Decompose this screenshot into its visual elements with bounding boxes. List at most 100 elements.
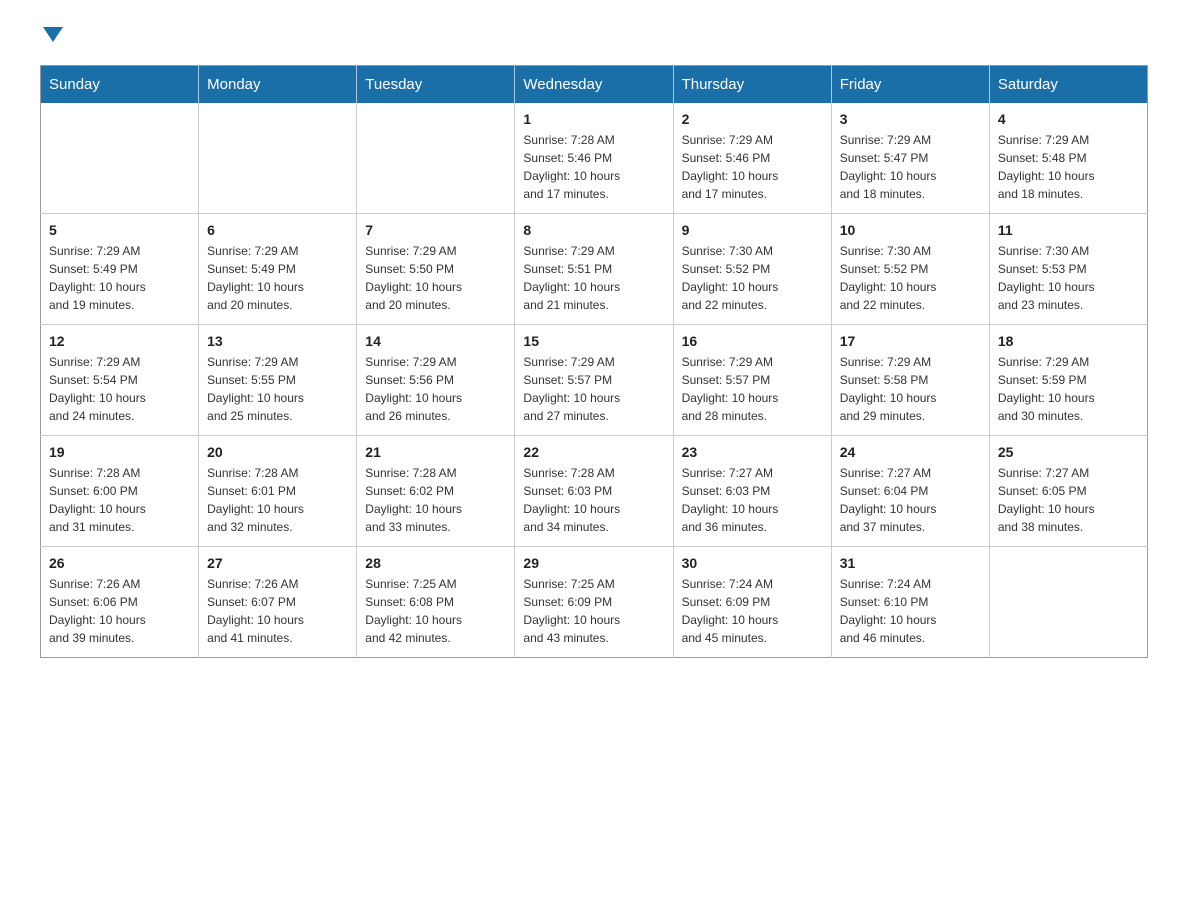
calendar-cell: 5Sunrise: 7:29 AM Sunset: 5:49 PM Daylig…: [41, 214, 199, 325]
calendar-cell: 16 Sunrise: 7:29 AM Sunset: 5:57 PM Dayli…: [673, 325, 831, 436]
calendar-cell: 10Sunrise: 7:30 AM Sunset: 5:52 PM Dayli…: [831, 214, 989, 325]
column-header-sunday: Sunday: [41, 66, 199, 104]
calendar-cell: 30Sunrise: 7:24 AM Sunset: 6:09 PM Dayli…: [673, 547, 831, 658]
day-number: 2: [682, 111, 823, 127]
day-number: 26: [49, 555, 190, 571]
day-number: 19: [49, 444, 190, 460]
calendar-cell: 13Sunrise: 7:29 AM Sunset: 5:55 PM Dayli…: [199, 325, 357, 436]
day-info: Sunrise: 7:29 AM Sunset: 5:59 PM Dayligh…: [998, 353, 1139, 425]
day-info: Sunrise: 7:26 AM Sunset: 6:07 PM Dayligh…: [207, 575, 348, 647]
calendar-cell: 2 Sunrise: 7:29 AM Sunset: 5:46 PM Daylig…: [673, 103, 831, 214]
calendar-cell: 23 Sunrise: 7:27 AM Sunset: 6:03 PM Dayli…: [673, 436, 831, 547]
calendar-cell: 24 Sunrise: 7:27 AM Sunset: 6:04 PM Dayli…: [831, 436, 989, 547]
day-number: 30: [682, 555, 823, 571]
day-info: Sunrise: 7:28 AM Sunset: 6:02 PM Dayligh…: [365, 464, 506, 536]
calendar-cell: 14Sunrise: 7:29 AM Sunset: 5:56 PM Dayli…: [357, 325, 515, 436]
day-number: 24: [840, 444, 981, 460]
day-number: 16: [682, 333, 823, 349]
calendar-week-row: 5Sunrise: 7:29 AM Sunset: 5:49 PM Daylig…: [41, 214, 1148, 325]
day-info: Sunrise: 7:29 AM Sunset: 5:48 PM Dayligh…: [998, 131, 1139, 203]
day-number: 21: [365, 444, 506, 460]
calendar-cell: 6Sunrise: 7:29 AM Sunset: 5:49 PM Daylig…: [199, 214, 357, 325]
day-info: Sunrise: 7:29 AM Sunset: 5:50 PM Dayligh…: [365, 242, 506, 314]
day-info: Sunrise: 7:29 AM Sunset: 5:47 PM Dayligh…: [840, 131, 981, 203]
calendar-cell: 15 Sunrise: 7:29 AM Sunset: 5:57 PM Dayli…: [515, 325, 673, 436]
calendar-cell: [989, 547, 1147, 658]
calendar-cell: 25 Sunrise: 7:27 AM Sunset: 6:05 PM Dayli…: [989, 436, 1147, 547]
day-number: 4: [998, 111, 1139, 127]
calendar-week-row: 19 Sunrise: 7:28 AM Sunset: 6:00 PM Dayli…: [41, 436, 1148, 547]
calendar-cell: [199, 103, 357, 214]
logo-triangle-icon: [43, 27, 63, 42]
calendar-table: SundayMondayTuesdayWednesdayThursdayFrid…: [40, 65, 1148, 658]
day-number: 10: [840, 222, 981, 238]
day-info: Sunrise: 7:25 AM Sunset: 6:08 PM Dayligh…: [365, 575, 506, 647]
day-info: Sunrise: 7:29 AM Sunset: 5:57 PM Dayligh…: [682, 353, 823, 425]
column-header-monday: Monday: [199, 66, 357, 104]
day-number: 18: [998, 333, 1139, 349]
day-number: 15: [523, 333, 664, 349]
calendar-cell: 3 Sunrise: 7:29 AM Sunset: 5:47 PM Daylig…: [831, 103, 989, 214]
day-info: Sunrise: 7:26 AM Sunset: 6:06 PM Dayligh…: [49, 575, 190, 647]
day-info: Sunrise: 7:29 AM Sunset: 5:58 PM Dayligh…: [840, 353, 981, 425]
day-number: 7: [365, 222, 506, 238]
day-number: 22: [523, 444, 664, 460]
day-number: 29: [523, 555, 664, 571]
day-number: 23: [682, 444, 823, 460]
day-number: 8: [523, 222, 664, 238]
day-info: Sunrise: 7:29 AM Sunset: 5:55 PM Dayligh…: [207, 353, 348, 425]
day-number: 25: [998, 444, 1139, 460]
day-info: Sunrise: 7:29 AM Sunset: 5:46 PM Dayligh…: [682, 131, 823, 203]
day-info: Sunrise: 7:29 AM Sunset: 5:54 PM Dayligh…: [49, 353, 190, 425]
calendar-cell: 11Sunrise: 7:30 AM Sunset: 5:53 PM Dayli…: [989, 214, 1147, 325]
calendar-cell: 20 Sunrise: 7:28 AM Sunset: 6:01 PM Dayli…: [199, 436, 357, 547]
column-header-tuesday: Tuesday: [357, 66, 515, 104]
day-info: Sunrise: 7:30 AM Sunset: 5:52 PM Dayligh…: [682, 242, 823, 314]
day-info: Sunrise: 7:24 AM Sunset: 6:10 PM Dayligh…: [840, 575, 981, 647]
day-info: Sunrise: 7:29 AM Sunset: 5:56 PM Dayligh…: [365, 353, 506, 425]
day-info: Sunrise: 7:28 AM Sunset: 5:46 PM Dayligh…: [523, 131, 664, 203]
day-number: 6: [207, 222, 348, 238]
day-info: Sunrise: 7:27 AM Sunset: 6:04 PM Dayligh…: [840, 464, 981, 536]
calendar-cell: 12 Sunrise: 7:29 AM Sunset: 5:54 PM Dayli…: [41, 325, 199, 436]
day-info: Sunrise: 7:25 AM Sunset: 6:09 PM Dayligh…: [523, 575, 664, 647]
calendar-cell: 1 Sunrise: 7:28 AM Sunset: 5:46 PM Daylig…: [515, 103, 673, 214]
calendar-cell: 17Sunrise: 7:29 AM Sunset: 5:58 PM Dayli…: [831, 325, 989, 436]
calendar-cell: 29 Sunrise: 7:25 AM Sunset: 6:09 PM Dayli…: [515, 547, 673, 658]
logo: [40, 30, 63, 45]
day-number: 31: [840, 555, 981, 571]
day-info: Sunrise: 7:28 AM Sunset: 6:01 PM Dayligh…: [207, 464, 348, 536]
day-number: 20: [207, 444, 348, 460]
calendar-cell: 31 Sunrise: 7:24 AM Sunset: 6:10 PM Dayli…: [831, 547, 989, 658]
column-header-wednesday: Wednesday: [515, 66, 673, 104]
calendar-cell: 4 Sunrise: 7:29 AM Sunset: 5:48 PM Daylig…: [989, 103, 1147, 214]
calendar-cell: 18 Sunrise: 7:29 AM Sunset: 5:59 PM Dayli…: [989, 325, 1147, 436]
day-number: 28: [365, 555, 506, 571]
day-number: 12: [49, 333, 190, 349]
calendar-cell: 22 Sunrise: 7:28 AM Sunset: 6:03 PM Dayli…: [515, 436, 673, 547]
day-info: Sunrise: 7:28 AM Sunset: 6:00 PM Dayligh…: [49, 464, 190, 536]
column-header-friday: Friday: [831, 66, 989, 104]
day-number: 9: [682, 222, 823, 238]
calendar-cell: [357, 103, 515, 214]
calendar-cell: 19 Sunrise: 7:28 AM Sunset: 6:00 PM Dayli…: [41, 436, 199, 547]
calendar-cell: 9 Sunrise: 7:30 AM Sunset: 5:52 PM Daylig…: [673, 214, 831, 325]
column-header-saturday: Saturday: [989, 66, 1147, 104]
calendar-cell: 27 Sunrise: 7:26 AM Sunset: 6:07 PM Dayli…: [199, 547, 357, 658]
calendar-cell: 26 Sunrise: 7:26 AM Sunset: 6:06 PM Dayli…: [41, 547, 199, 658]
day-info: Sunrise: 7:28 AM Sunset: 6:03 PM Dayligh…: [523, 464, 664, 536]
calendar-cell: 8Sunrise: 7:29 AM Sunset: 5:51 PM Daylig…: [515, 214, 673, 325]
day-info: Sunrise: 7:27 AM Sunset: 6:05 PM Dayligh…: [998, 464, 1139, 536]
calendar-cell: [41, 103, 199, 214]
page-header: [40, 30, 1148, 45]
day-number: 1: [523, 111, 664, 127]
day-info: Sunrise: 7:27 AM Sunset: 6:03 PM Dayligh…: [682, 464, 823, 536]
calendar-header-row: SundayMondayTuesdayWednesdayThursdayFrid…: [41, 66, 1148, 104]
day-info: Sunrise: 7:29 AM Sunset: 5:57 PM Dayligh…: [523, 353, 664, 425]
day-number: 3: [840, 111, 981, 127]
calendar-cell: 7 Sunrise: 7:29 AM Sunset: 5:50 PM Daylig…: [357, 214, 515, 325]
calendar-week-row: 1 Sunrise: 7:28 AM Sunset: 5:46 PM Daylig…: [41, 103, 1148, 214]
calendar-week-row: 26 Sunrise: 7:26 AM Sunset: 6:06 PM Dayli…: [41, 547, 1148, 658]
day-number: 27: [207, 555, 348, 571]
day-number: 11: [998, 222, 1139, 238]
